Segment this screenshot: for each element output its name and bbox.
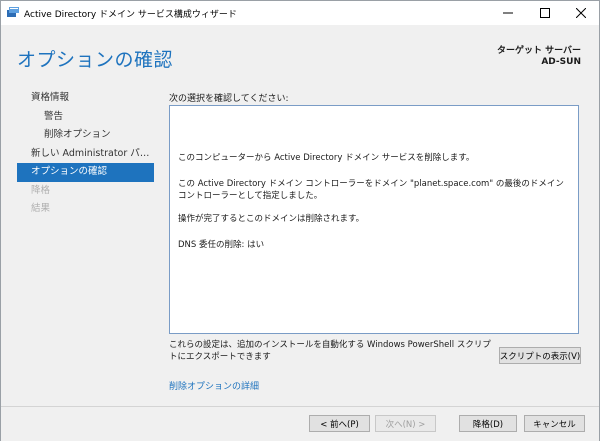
powershell-export-note: これらの設定は、追加のインストールを自動化する Windows PowerShe… — [169, 340, 491, 362]
wizard-nav: 資格情報 警告 削除オプション 新しい Administrator パス... … — [17, 89, 154, 219]
nav-item-credentials[interactable]: 資格情報 — [17, 89, 154, 108]
view-script-button[interactable]: スクリプトの表示(V) — [499, 347, 581, 364]
demote-button[interactable]: 降格(D) — [459, 415, 517, 432]
summary-line: 操作が完了するとこのドメインは削除されます。 — [178, 214, 365, 224]
next-button[interactable]: 次へ(N) > — [375, 415, 436, 432]
nav-item-warnings[interactable]: 警告 — [17, 108, 154, 127]
wizard-footer: < 前へ(P) 次へ(N) > 降格(D) キャンセル — [1, 406, 599, 441]
window-title: Active Directory ドメイン サービス構成ウィザード — [24, 10, 237, 20]
title-bar: Active Directory ドメイン サービス構成ウィザード — [1, 1, 599, 25]
cancel-button[interactable]: キャンセル — [524, 415, 585, 432]
wizard-window: Active Directory ドメイン サービス構成ウィザード オプションの… — [0, 0, 600, 441]
nav-item-review-options[interactable]: オプションの確認 — [17, 163, 154, 182]
maximize-icon[interactable] — [527, 1, 563, 25]
server-role-icon — [7, 7, 19, 18]
target-server-name: AD-SUN — [541, 57, 581, 67]
summary-line: この Active Directory ドメイン コントローラーをドメイン "p… — [178, 179, 564, 201]
removal-options-details-link[interactable]: 削除オプションの詳細 — [169, 379, 259, 392]
nav-item-results: 結果 — [31, 203, 51, 214]
page-title: オプションの確認 — [17, 49, 174, 71]
wizard-header: オプションの確認 ターゲット サーバー AD-SUN — [1, 25, 599, 81]
nav-item-removal-options[interactable]: 削除オプション — [17, 126, 154, 145]
summary-line: このコンピューターから Active Directory ドメイン サービスを削… — [178, 153, 475, 163]
close-icon[interactable] — [563, 1, 599, 25]
minimize-icon[interactable] — [490, 1, 526, 25]
summary-line: DNS 委任の削除: はい — [178, 240, 265, 250]
summary-textbox[interactable]: このコンピューターから Active Directory ドメイン サービスを削… — [169, 105, 579, 334]
instruction-text: 次の選択を確認してください: — [169, 94, 289, 104]
previous-button[interactable]: < 前へ(P) — [309, 415, 370, 432]
nav-item-demotion: 降格 — [31, 184, 51, 196]
target-server-label: ターゲット サーバー — [496, 46, 581, 56]
nav-item-new-admin-password[interactable]: 新しい Administrator パス... — [17, 145, 154, 164]
